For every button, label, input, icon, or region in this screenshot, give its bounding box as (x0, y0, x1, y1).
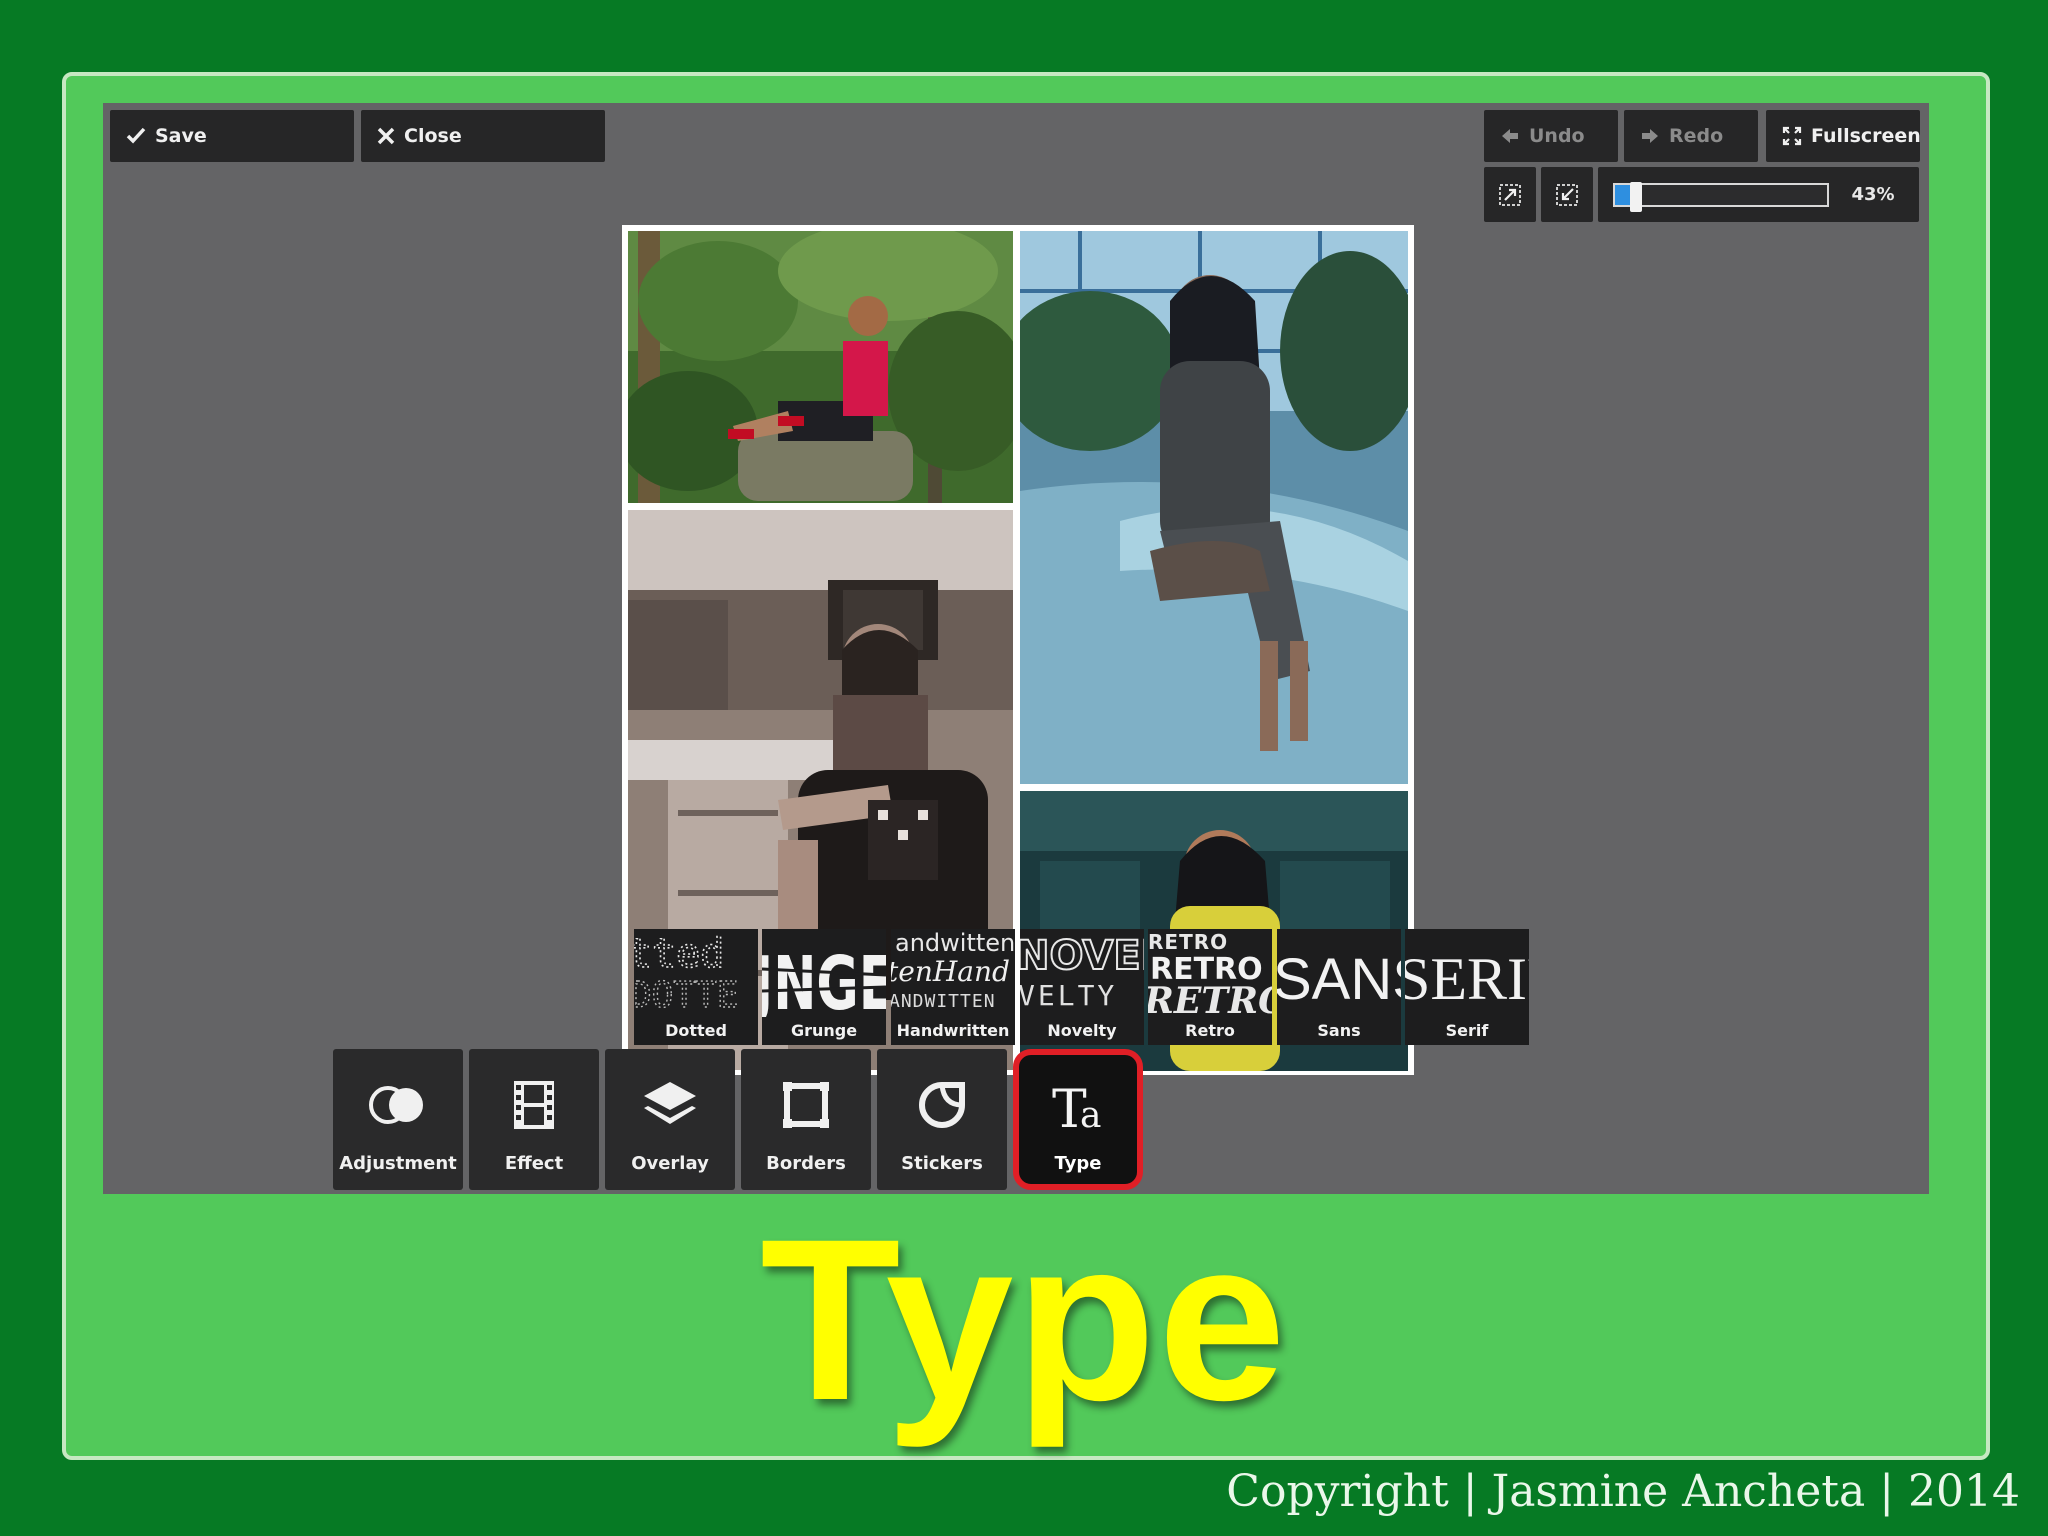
fullscreen-button[interactable]: Fullscreen (1766, 110, 1921, 162)
svg-text:tenHand: tenHand (891, 955, 1010, 988)
type-icon: Ta (1019, 1075, 1137, 1135)
tool-borders[interactable]: Borders (741, 1049, 871, 1190)
layers-icon (605, 1075, 735, 1135)
font-style-label: Serif (1405, 1017, 1529, 1045)
font-style-dotted[interactable]: tted DOTTE Dotted (634, 929, 758, 1045)
svg-text:andwitten: andwitten (895, 929, 1015, 957)
font-style-label: Retro (1148, 1017, 1272, 1045)
tool-label: Effect (504, 1153, 564, 1174)
tool-label: Overlay (631, 1153, 709, 1174)
svg-text:NOVEL: NOVEL (1020, 933, 1144, 979)
font-style-handwritten[interactable]: andwitten tenHand ANDWITTEN Handwritten (891, 929, 1015, 1045)
font-style-label: Grunge (762, 1017, 886, 1045)
copyright-notice: Copyright | Jasmine Ancheta | 2014 (1226, 1466, 2020, 1517)
undo-label: Undo (1529, 125, 1585, 147)
shrink-icon (1556, 183, 1578, 206)
tool-label: Borders (766, 1153, 846, 1174)
font-style-sans[interactable]: SANS Sans (1277, 929, 1401, 1045)
svg-text:JNGE: JNGE (762, 941, 886, 1019)
slide-title: Type (760, 1191, 1288, 1448)
svg-text:SERIF: SERIF (1405, 946, 1529, 1012)
photo-seated (1020, 231, 1408, 784)
sticker-icon (877, 1075, 1007, 1135)
font-style-grunge[interactable]: JNGE Grunge (762, 929, 886, 1045)
tool-overlay[interactable]: Overlay (605, 1049, 735, 1190)
fullscreen-label: Fullscreen (1811, 125, 1921, 147)
arrow-right-icon (1642, 129, 1658, 143)
fullscreen-icon (1782, 126, 1802, 146)
frame-icon (741, 1075, 871, 1135)
checkmark-icon (126, 127, 146, 144)
svg-text:RETRO: RETRO (1148, 930, 1228, 954)
film-icon (469, 1075, 599, 1135)
tool-label: Type (1054, 1153, 1102, 1174)
close-label: Close (404, 125, 462, 147)
font-style-serif[interactable]: SERIF Serif (1405, 929, 1529, 1045)
photo-editor-window: Save Close Undo Redo Fullscreen 43% tted… (103, 103, 1929, 1194)
save-label: Save (155, 125, 207, 147)
redo-button[interactable]: Redo (1624, 110, 1758, 162)
svg-text:SANS: SANS (1277, 947, 1401, 1012)
zoom-control: 43% (1598, 167, 1919, 222)
actual-size-button[interactable] (1541, 167, 1593, 222)
font-style-novelty[interactable]: NOVEL VELTY Novelty (1020, 929, 1144, 1045)
svg-text:tted: tted (634, 931, 724, 977)
font-style-picker: tted DOTTE Dotted JNGE Grunge andwitten … (634, 929, 1534, 1045)
tool-label: Adjustment (339, 1153, 457, 1174)
undo-button[interactable]: Undo (1484, 110, 1618, 162)
svg-text:a: a (1080, 1095, 1101, 1135)
zoom-percent: 43% (1851, 184, 1895, 205)
adjustment-icon (333, 1075, 463, 1135)
arrow-left-icon (1502, 129, 1518, 143)
tool-adjustment[interactable]: Adjustment (333, 1049, 463, 1190)
font-style-retro[interactable]: RETRO RETRO RETRO Retro (1148, 929, 1272, 1045)
svg-text:VELTY: VELTY (1020, 979, 1117, 1012)
tool-label: Stickers (901, 1153, 983, 1174)
font-style-label: Novelty (1020, 1017, 1144, 1045)
tool-stickers[interactable]: Stickers (877, 1049, 1007, 1190)
close-button[interactable]: Close (361, 110, 605, 162)
zoom-slider-handle[interactable] (1630, 182, 1643, 212)
expand-icon (1499, 183, 1521, 206)
save-button[interactable]: Save (110, 110, 354, 162)
tool-type[interactable]: Ta Type (1013, 1049, 1143, 1190)
svg-text:RETRO: RETRO (1148, 980, 1272, 1019)
font-style-label: Handwritten (891, 1017, 1015, 1045)
svg-text:DOTTE: DOTTE (634, 975, 738, 1016)
svg-text:ANDWITTEN: ANDWITTEN (891, 991, 996, 1012)
fit-to-screen-button[interactable] (1484, 167, 1536, 222)
close-icon (377, 127, 395, 145)
font-style-label: Dotted (634, 1017, 758, 1045)
redo-label: Redo (1669, 125, 1724, 147)
zoom-slider[interactable] (1613, 182, 1829, 212)
photo-jungle (628, 231, 1013, 503)
font-style-label: Sans (1277, 1017, 1401, 1045)
tool-effect[interactable]: Effect (469, 1049, 599, 1190)
